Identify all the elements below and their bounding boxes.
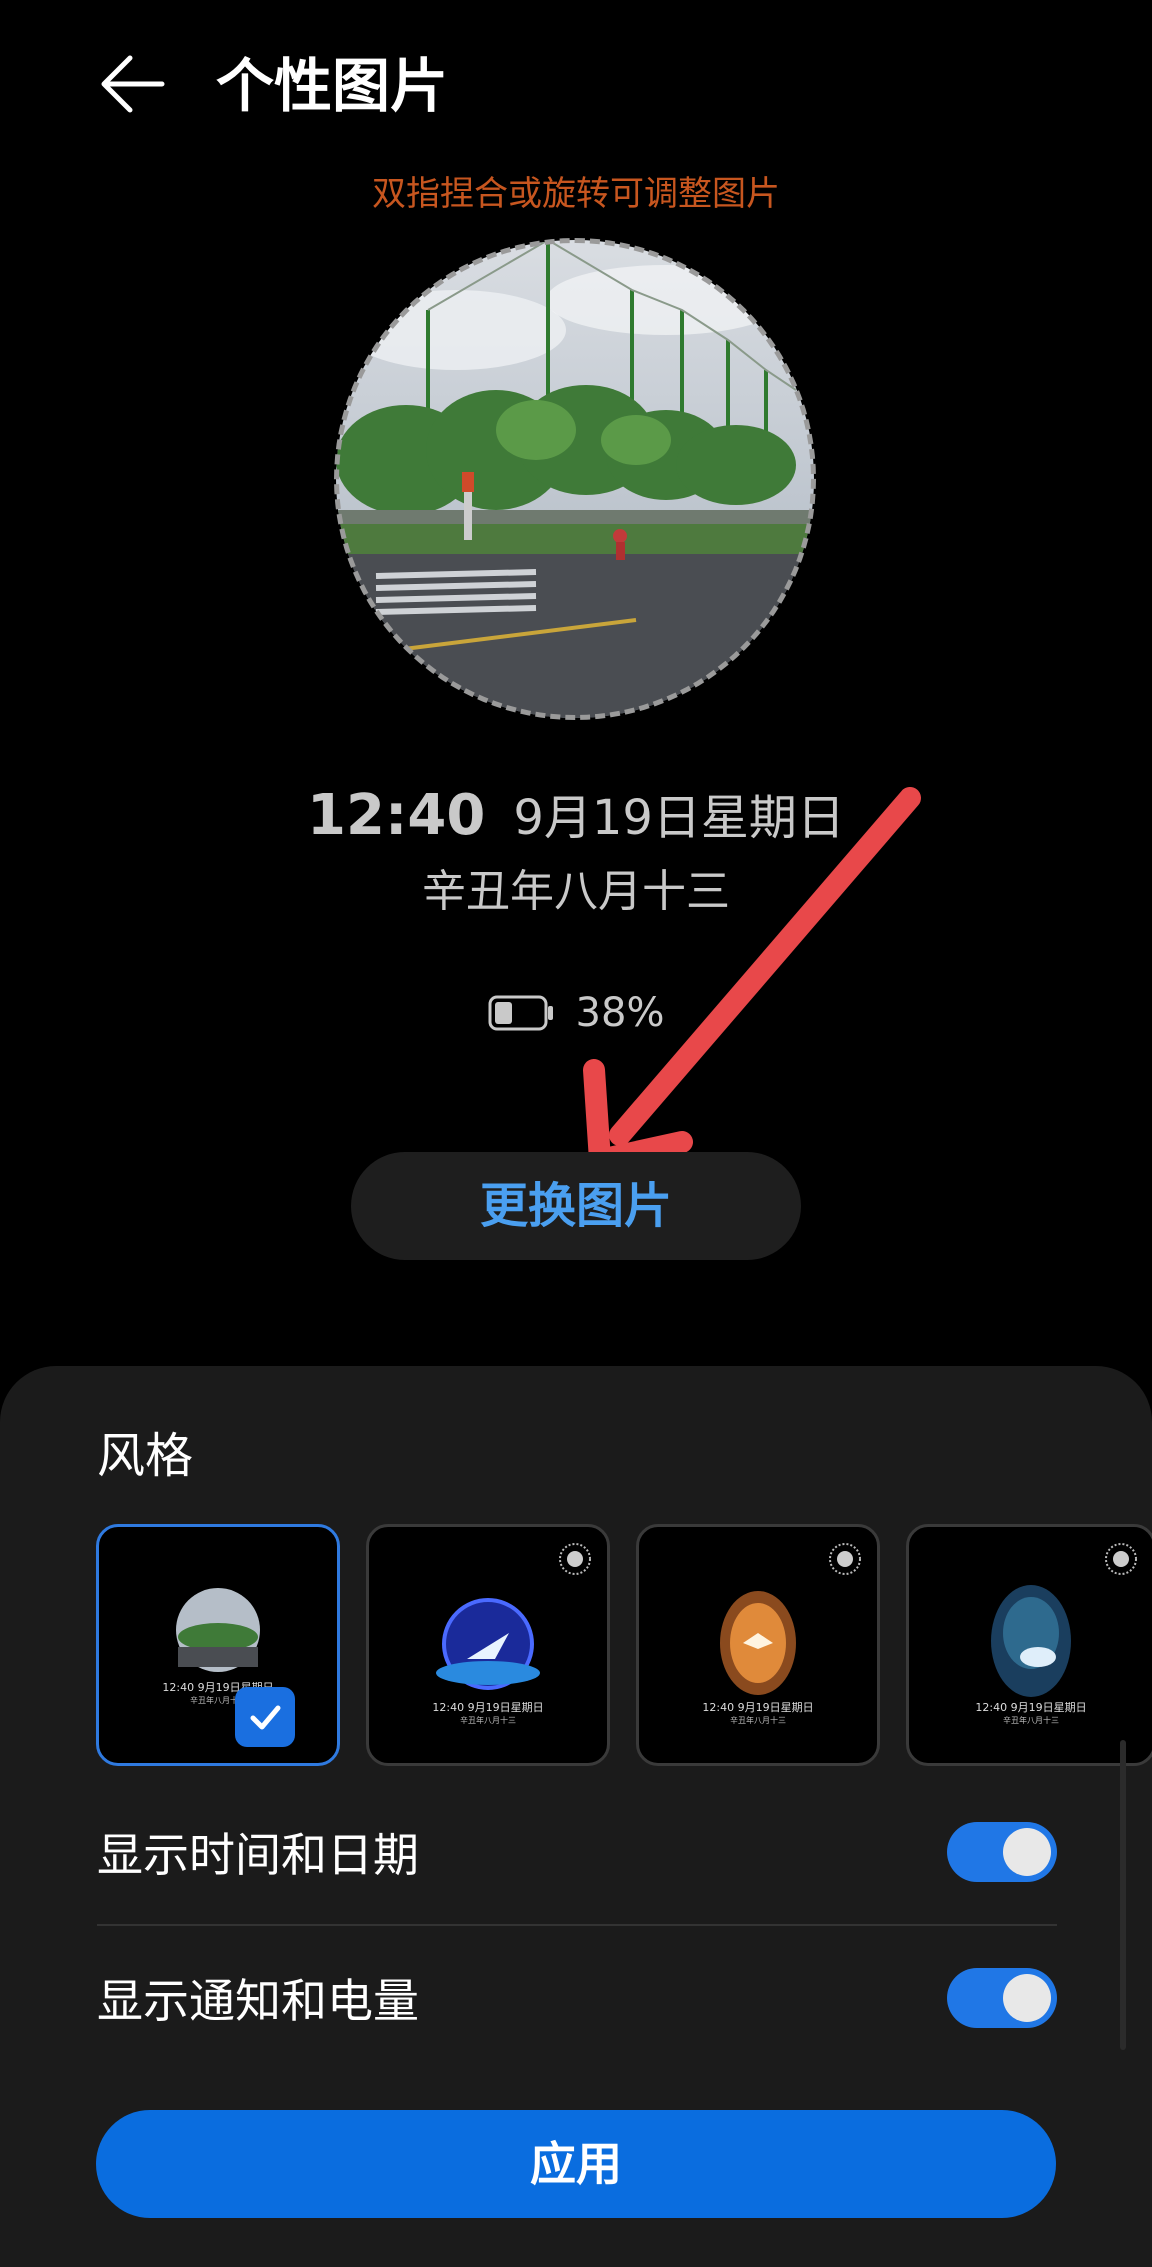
wallpaper-preview[interactable] [336, 240, 814, 718]
dynamic-effect-icon [559, 1543, 591, 1575]
toggle-knob [1003, 1828, 1051, 1876]
battery-icon [488, 995, 553, 1031]
back-button[interactable] [96, 48, 168, 120]
adjust-hint: 双指捏合或旋转可调整图片 [372, 174, 780, 214]
dynamic-effect-icon [829, 1543, 861, 1575]
card-time: 12:40 9月19日星期日 [432, 1701, 544, 1714]
card-dolphin-thumb [991, 1585, 1071, 1697]
show-time-date-toggle[interactable] [947, 1822, 1057, 1882]
show-time-date-row[interactable]: 显示时间和日期 [97, 1792, 1057, 1912]
card-time: 12:40 9月19日星期日 [162, 1681, 274, 1694]
arrow-left-icon [101, 55, 165, 113]
clock-time: 12:40 [307, 783, 486, 848]
dynamic-effect-icon [1105, 1543, 1137, 1575]
style-card-dolphin[interactable]: 12:40 9月19日星期日 辛丑年八月十三 [906, 1524, 1152, 1766]
card-orange-bird-thumb [720, 1591, 796, 1695]
card-lunar: 辛丑年八月十三 [190, 1696, 246, 1705]
card-lunar: 辛丑年八月十三 [1003, 1716, 1059, 1725]
scrollbar[interactable] [1120, 1740, 1126, 2050]
selected-check-badge [235, 1687, 295, 1747]
card-time: 12:40 9月19日星期日 [702, 1701, 814, 1714]
show-time-date-label: 显示时间和日期 [97, 1828, 419, 1882]
show-notification-battery-label: 显示通知和电量 [97, 1974, 419, 2028]
apply-button[interactable]: 应用 [96, 2110, 1056, 2218]
preview-photo [336, 240, 814, 718]
divider [97, 1924, 1057, 1926]
checkmark-icon [250, 1705, 281, 1730]
card-blue-bird-thumb [436, 1598, 540, 1690]
red-arrow-annotation [583, 787, 921, 1171]
style-card-photo[interactable]: 12:40 9月19日星期日 辛丑年八月十三 [96, 1524, 340, 1766]
card-photo-thumb [176, 1588, 260, 1672]
page-title: 个性图片 [216, 52, 449, 120]
style-section-label: 风格 [97, 1428, 194, 1484]
change-picture-button[interactable]: 更换图片 [351, 1152, 801, 1260]
style-card-orange-bird[interactable]: 12:40 9月19日星期日 辛丑年八月十三 [636, 1524, 880, 1766]
card-lunar: 辛丑年八月十三 [730, 1716, 786, 1725]
card-time: 12:40 9月19日星期日 [975, 1701, 1087, 1714]
style-card-blue-bird[interactable]: 12:40 9月19日星期日 辛丑年八月十三 [366, 1524, 610, 1766]
card-lunar: 辛丑年八月十三 [460, 1716, 516, 1725]
show-notification-battery-row[interactable]: 显示通知和电量 [97, 1938, 1057, 2058]
show-notification-battery-toggle[interactable] [947, 1968, 1057, 2028]
toggle-knob [1003, 1974, 1051, 2022]
